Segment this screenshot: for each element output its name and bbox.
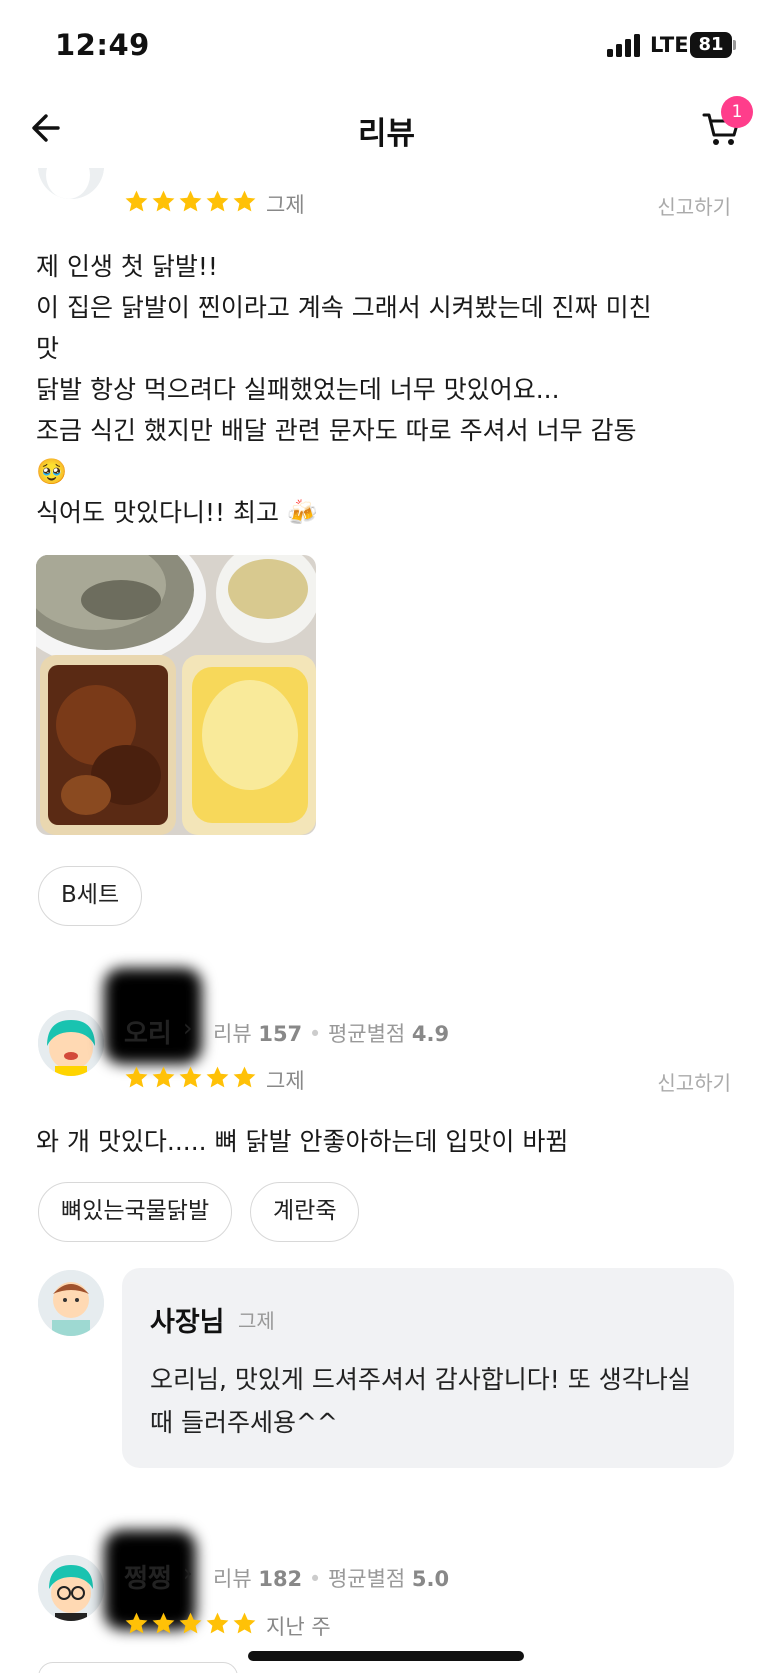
- page-title: 리뷰: [357, 116, 416, 152]
- review-count: 182: [258, 1567, 303, 1591]
- battery-icon: 81: [690, 32, 732, 58]
- food-photo-image: [36, 555, 316, 835]
- menu-tag[interactable]: [38, 1662, 238, 1673]
- cart-count-badge: 1: [721, 96, 753, 128]
- review-count: 157: [258, 1022, 303, 1046]
- home-indicator: [248, 1651, 524, 1661]
- report-button[interactable]: 신고하기: [657, 191, 731, 220]
- avg-rating: 5.0: [411, 1567, 450, 1591]
- reviewer-stats: 리뷰 157 • 평균별점 4.9: [213, 1018, 449, 1048]
- user-avatar-image: [38, 1555, 104, 1621]
- star-icon: [152, 1066, 175, 1088]
- menu-tag[interactable]: B세트: [38, 866, 143, 926]
- chevron-right-icon[interactable]: ›: [183, 1559, 193, 1587]
- reviewer-stats: 리뷰 182 • 평균별점 5.0: [213, 1563, 449, 1593]
- report-button[interactable]: 신고하기: [657, 1067, 731, 1096]
- status-time: 12:49: [55, 28, 150, 62]
- review-text: 와 개 맛있다..... 뼈 닭발 안좋아하는데 입맛이 바뀜: [36, 1127, 569, 1156]
- star-icon: [125, 190, 148, 212]
- star-icon: [233, 1612, 256, 1634]
- star-icon: [152, 1612, 175, 1634]
- user-avatar-image: [38, 1010, 104, 1076]
- review-count-label: 리뷰: [213, 1022, 252, 1046]
- review-text-line: 이 집은 닭발이 찐이라고 계속 그래서 시켜봤는데 진짜 미친: [36, 293, 652, 322]
- rating-stars: [124, 189, 257, 214]
- menu-tag[interactable]: 계란죽: [250, 1182, 360, 1242]
- rating-stars: [124, 1611, 257, 1636]
- review-text-line: 🥹: [36, 457, 68, 486]
- star-icon: [125, 1066, 148, 1088]
- star-icon: [206, 1612, 229, 1634]
- star-icon: [206, 190, 229, 212]
- review-text-line: 조금 식긴 했지만 배달 관련 문자도 따로 주셔서 너무 감동: [36, 416, 637, 445]
- avatar[interactable]: [38, 1555, 104, 1621]
- owner-reply-date: 그제: [238, 1309, 275, 1333]
- avatar[interactable]: [38, 1010, 104, 1076]
- review-text: 제 인생 첫 닭발!! 이 집은 닭발이 찐이라고 계속 그래서 시켜봤는데 진…: [36, 246, 736, 533]
- review-date: 지난 주: [266, 1615, 331, 1639]
- review-text-line: 닭발 항상 먹으려다 실패했었는데 너무 맛있어요...: [36, 375, 560, 404]
- star-icon: [206, 1066, 229, 1088]
- owner-avatar-image: [38, 1270, 104, 1336]
- network-label: LTE: [650, 33, 689, 57]
- separator-dot: •: [308, 1022, 322, 1046]
- star-icon: [125, 1612, 148, 1634]
- star-icon: [152, 190, 175, 212]
- avg-rating-label: 평균별점: [327, 1567, 406, 1591]
- review-photo[interactable]: [36, 555, 316, 835]
- rating-stars: [124, 1065, 257, 1090]
- owner-name: 사장님: [150, 1307, 225, 1338]
- separator-dot: •: [308, 1567, 322, 1591]
- review-date: 그제: [266, 1069, 305, 1093]
- chevron-right-icon[interactable]: ›: [183, 1014, 193, 1042]
- owner-reply-text: 오리님, 맛있게 드셔주셔서 감사합니다! 또 생각나실 때 들러주세용^^: [150, 1365, 691, 1437]
- signal-icon: [607, 33, 647, 57]
- avg-rating: 4.9: [411, 1022, 450, 1046]
- top-nav-bar: 리뷰: [0, 90, 773, 168]
- review-text-line: 식어도 맛있다니!! 최고 🍻: [36, 498, 319, 527]
- battery-cap: [733, 40, 736, 50]
- avg-rating-label: 평균별점: [327, 1022, 406, 1046]
- reviewer-nickname[interactable]: 쩡쩡: [124, 1558, 172, 1595]
- star-icon: [179, 190, 202, 212]
- review-text-line: 제 인생 첫 닭발!!: [36, 252, 218, 281]
- menu-tag[interactable]: 뼈있는국물닭발: [38, 1182, 233, 1242]
- review-text-line: 맛: [36, 334, 60, 363]
- reviewer-nickname[interactable]: 오리: [124, 1013, 172, 1050]
- review-date: 그제: [266, 193, 305, 217]
- star-icon: [233, 190, 256, 212]
- review-count-label: 리뷰: [213, 1567, 252, 1591]
- status-bar: 12:49 LTE 81: [0, 0, 773, 90]
- star-icon: [233, 1066, 256, 1088]
- star-icon: [179, 1066, 202, 1088]
- star-icon: [179, 1612, 202, 1634]
- owner-avatar: [38, 1270, 104, 1336]
